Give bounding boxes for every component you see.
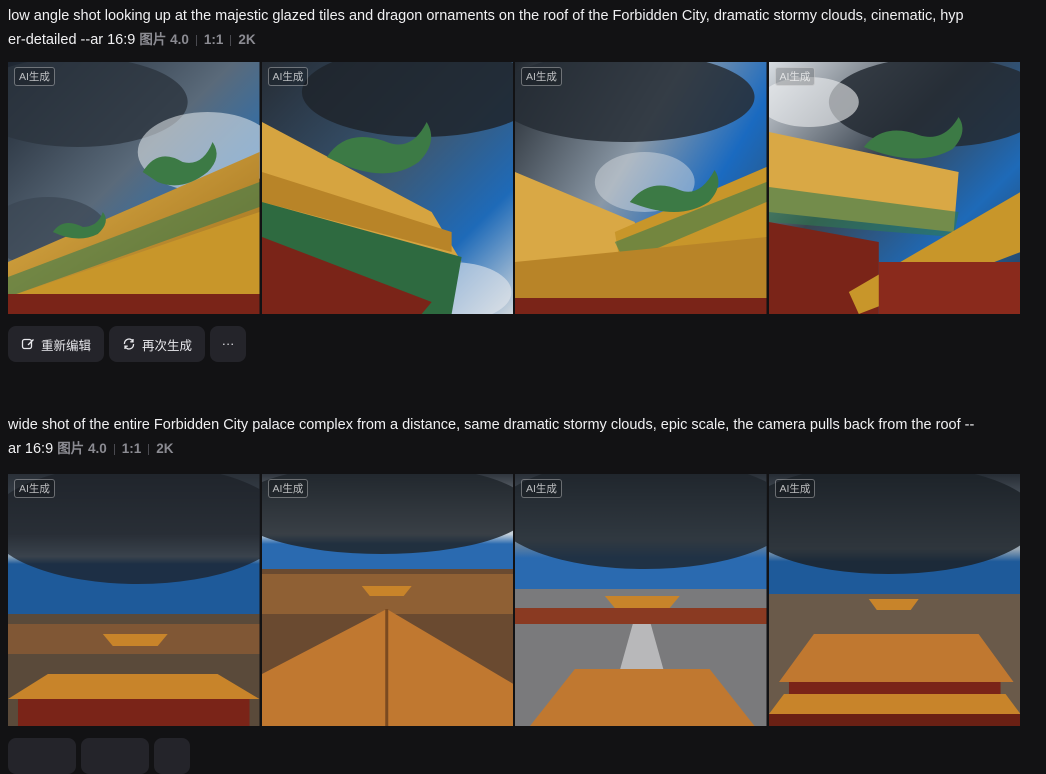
regenerate-button[interactable]: 再次生成 <box>109 326 206 362</box>
reedit-label: 重新编辑 <box>41 338 92 353</box>
ai-generated-badge: AI生成 <box>267 479 309 498</box>
ai-generated-badge: AI生成 <box>14 67 55 86</box>
generated-image[interactable]: AI生成 <box>515 474 767 726</box>
reedit-button[interactable]: 重新编辑 <box>8 326 105 362</box>
generated-image[interactable]: AI生成 <box>8 62 260 314</box>
roof-dragon-image <box>261 62 513 314</box>
model-label: 图片 4.0 <box>139 32 189 47</box>
resolution-label: 2K <box>238 32 256 47</box>
regenerate-label: 再次生成 <box>142 338 193 353</box>
divider <box>113 443 115 455</box>
roof-dragon-image <box>515 62 767 314</box>
generation-feed: low angle shot looking up at the majesti… <box>0 0 1046 774</box>
generated-image[interactable]: AI生成 <box>261 62 513 314</box>
ai-generated-badge: AI生成 <box>521 67 562 86</box>
ratio-label: 1:1 <box>121 441 142 456</box>
generated-image[interactable]: AI生成 <box>515 62 767 314</box>
more-button[interactable]: ··· <box>210 326 247 362</box>
ai-generated-badge: AI生成 <box>521 479 562 498</box>
generated-image[interactable]: AI生成 <box>261 474 513 726</box>
resolution-label: 2K <box>156 441 174 456</box>
generated-image[interactable]: AI生成 <box>768 62 1020 314</box>
ai-generated-badge: AI生成 <box>14 479 55 498</box>
ratio-label: 1:1 <box>203 32 224 47</box>
divider <box>230 34 232 46</box>
prompt-line: wide shot of the entire Forbidden City p… <box>8 417 975 433</box>
divider <box>148 443 150 455</box>
prompt-line: er-detailed --ar 16:9 <box>8 32 136 48</box>
refresh-icon <box>122 337 136 351</box>
image-grid: AI生成 AI生成 AI生成 AI生成 <box>8 62 1020 314</box>
ai-generated-badge: AI生成 <box>774 67 816 86</box>
reedit-button[interactable] <box>8 738 76 774</box>
palace-complex-image <box>768 474 1020 726</box>
action-bar <box>8 738 190 774</box>
action-bar: 重新编辑 再次生成 ··· <box>8 326 247 362</box>
roof-dragon-image <box>768 62 1020 314</box>
palace-complex-image <box>261 474 513 726</box>
regenerate-button[interactable] <box>81 738 149 774</box>
palace-complex-image <box>515 474 767 726</box>
divider <box>195 34 197 46</box>
model-label: 图片 4.0 <box>57 441 107 456</box>
roof-dragon-image <box>8 62 260 314</box>
generated-image[interactable]: AI生成 <box>768 474 1020 726</box>
palace-complex-image <box>8 474 260 726</box>
more-button[interactable] <box>154 738 190 774</box>
generated-image[interactable]: AI生成 <box>8 474 260 726</box>
prompt-line: low angle shot looking up at the majesti… <box>8 8 964 24</box>
ai-generated-badge: AI生成 <box>774 479 816 498</box>
ai-generated-badge: AI生成 <box>267 67 309 86</box>
prompt-line: ar 16:9 <box>8 441 54 457</box>
edit-icon <box>21 337 35 351</box>
prompt-text: wide shot of the entire Forbidden City p… <box>8 414 1028 461</box>
prompt-text: low angle shot looking up at the majesti… <box>8 5 1028 52</box>
image-grid: AI生成 AI生成 AI生成 AI生成 <box>8 474 1020 726</box>
more-horizontal-icon: ··· <box>221 337 235 351</box>
